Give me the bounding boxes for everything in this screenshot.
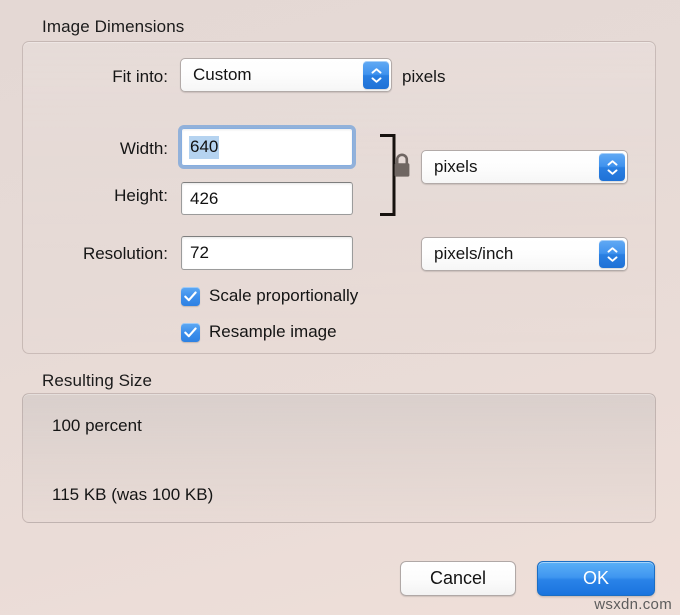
- resolution-label: Resolution:: [82, 244, 168, 263]
- scale-proportionally-checkbox-row[interactable]: Scale proportionally: [181, 286, 358, 306]
- chevron-down-icon: [607, 168, 617, 175]
- watermark: wsxdn.com: [594, 596, 672, 613]
- height-input[interactable]: 426: [181, 182, 353, 215]
- dimension-units-select[interactable]: pixels: [421, 150, 628, 184]
- resolution-units-stepper[interactable]: [599, 240, 625, 268]
- fit-into-unit-suffix: pixels: [402, 67, 446, 86]
- resample-image-label: Resample image: [209, 322, 337, 341]
- fit-into-select[interactable]: Custom: [180, 58, 392, 92]
- dimension-units-stepper[interactable]: [599, 153, 625, 181]
- width-value: 640: [189, 135, 220, 159]
- resulting-size-filesize: 115 KB (was 100 KB): [52, 485, 214, 504]
- resample-image-checkbox[interactable]: [181, 322, 200, 342]
- cancel-button[interactable]: Cancel: [400, 561, 516, 596]
- height-label: Height:: [114, 186, 168, 205]
- resample-image-checkbox-row[interactable]: Resample image: [181, 322, 337, 342]
- chevron-up-icon: [371, 67, 381, 74]
- fit-into-value: Custom: [193, 65, 252, 84]
- height-value: 426: [190, 188, 219, 208]
- checkmark-icon: [184, 326, 197, 337]
- width-input[interactable]: 640: [178, 125, 356, 169]
- resolution-units-value: pixels/inch: [434, 244, 514, 263]
- chevron-down-icon: [371, 76, 381, 83]
- image-dimensions-section-title: Image Dimensions: [42, 17, 185, 36]
- dimension-units-value: pixels: [434, 157, 478, 176]
- width-label: Width:: [119, 139, 168, 158]
- scale-proportionally-checkbox[interactable]: [181, 286, 200, 306]
- chevron-up-icon: [607, 159, 617, 166]
- resolution-value: 72: [190, 243, 209, 262]
- fit-into-label: Fit into:: [112, 67, 168, 86]
- resulting-size-percent: 100 percent: [52, 416, 142, 435]
- fit-into-stepper[interactable]: [363, 61, 389, 89]
- ok-button[interactable]: OK: [537, 561, 655, 596]
- chevron-down-icon: [607, 255, 617, 262]
- resulting-size-section-title: Resulting Size: [42, 371, 153, 390]
- checkmark-icon: [184, 290, 197, 301]
- scale-proportionally-label: Scale proportionally: [209, 286, 359, 305]
- resolution-input[interactable]: 72: [181, 236, 353, 270]
- chevron-up-icon: [607, 246, 617, 253]
- lock-closed-icon[interactable]: [391, 152, 413, 178]
- resolution-units-select[interactable]: pixels/inch: [421, 237, 628, 271]
